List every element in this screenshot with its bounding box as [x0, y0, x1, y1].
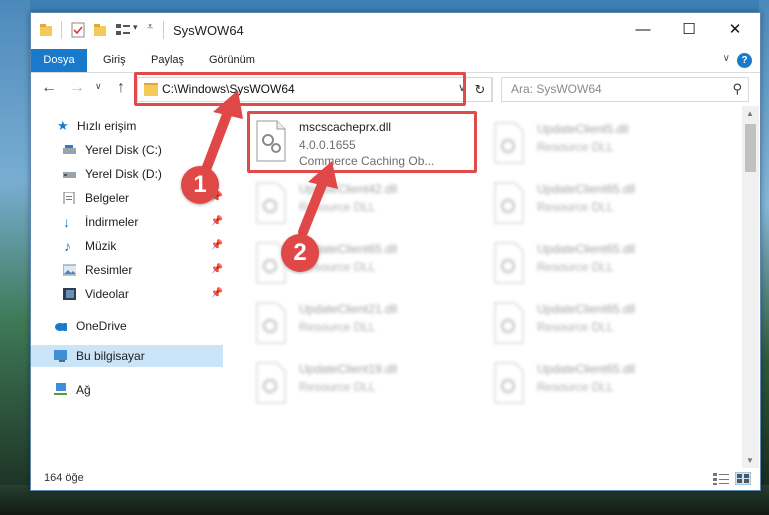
arrow-2-shaft: [298, 177, 328, 237]
step-2-badge: 2: [281, 234, 319, 272]
step-1-badge: 1: [181, 166, 219, 204]
arrow-2-head: [308, 161, 338, 189]
arrow-1-shaft: [202, 107, 233, 172]
arrow-1-head: [213, 90, 243, 119]
annotation-arrows: [202, 90, 338, 237]
